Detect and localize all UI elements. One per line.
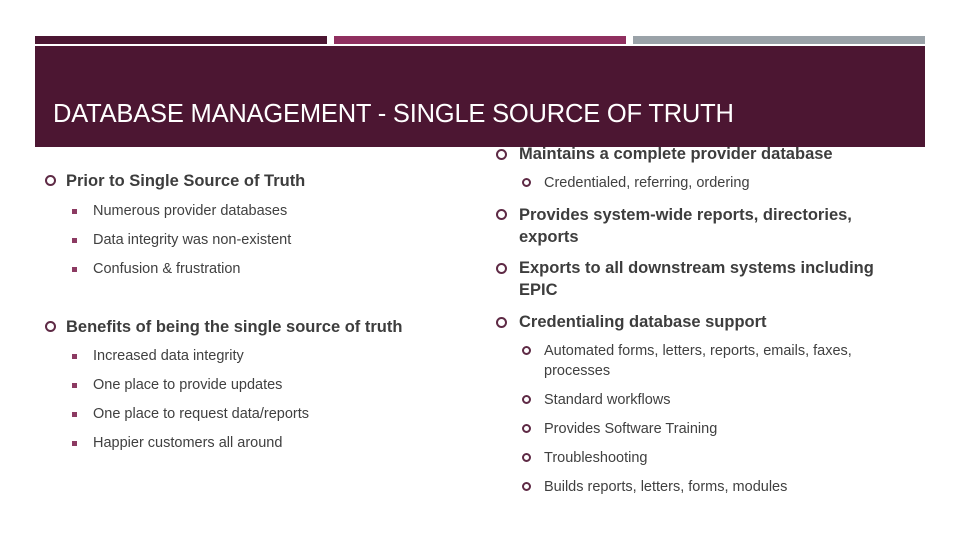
list-item: Credentialed, referring, ordering [544,175,750,191]
accent-bar-gray [633,36,925,44]
square-bullet-icon [72,209,77,214]
accent-bar-dark [35,36,327,44]
circle-bullet-icon [496,317,507,328]
section-heading: Provides system-wide reports, directorie… [519,206,852,224]
list-item: Confusion & frustration [93,261,241,277]
circle-bullet-icon [496,149,507,160]
list-item-continued: processes [544,363,611,379]
section-heading: Benefits of being the single source of t… [66,318,403,336]
slide-title: DATABASE MANAGEMENT - SINGLE SOURCE OF T… [53,100,734,128]
circle-sub-bullet-icon [522,453,531,462]
list-item: Numerous provider databases [93,203,288,219]
title-banner: DATABASE MANAGEMENT - SINGLE SOURCE OF T… [35,46,925,147]
square-bullet-icon [72,441,77,446]
list-item: Happier customers all around [93,435,283,451]
section-heading: Credentialing database support [519,313,767,331]
circle-bullet-icon [496,209,507,220]
list-item: Standard workflows [544,392,671,408]
section-heading: Exports to all downstream systems includ… [519,259,874,277]
list-item: Builds reports, letters, forms, modules [544,479,788,495]
list-item: Provides Software Training [544,421,718,437]
circle-sub-bullet-icon [522,482,531,491]
circle-bullet-icon [45,321,56,332]
list-item: One place to request data/reports [93,406,310,422]
accent-bar-magenta [334,36,626,44]
section-heading-continued: EPIC [519,281,558,299]
section-heading: Prior to Single Source of Truth [66,172,306,190]
list-item: Data integrity was non-existent [93,232,292,248]
circle-sub-bullet-icon [522,346,531,355]
circle-sub-bullet-icon [522,395,531,404]
section-heading: Maintains a complete provider database [519,145,833,163]
square-bullet-icon [72,238,77,243]
square-bullet-icon [72,267,77,272]
list-item: One place to provide updates [93,377,283,393]
square-bullet-icon [72,383,77,388]
list-item: Troubleshooting [544,450,648,466]
list-item: Automated forms, letters, reports, email… [544,343,852,359]
circle-sub-bullet-icon [522,424,531,433]
square-bullet-icon [72,412,77,417]
square-bullet-icon [72,354,77,359]
circle-bullet-icon [496,263,507,274]
list-item: Increased data integrity [93,348,244,364]
circle-sub-bullet-icon [522,178,531,187]
circle-bullet-icon [45,175,56,186]
section-heading-continued: exports [519,228,579,246]
